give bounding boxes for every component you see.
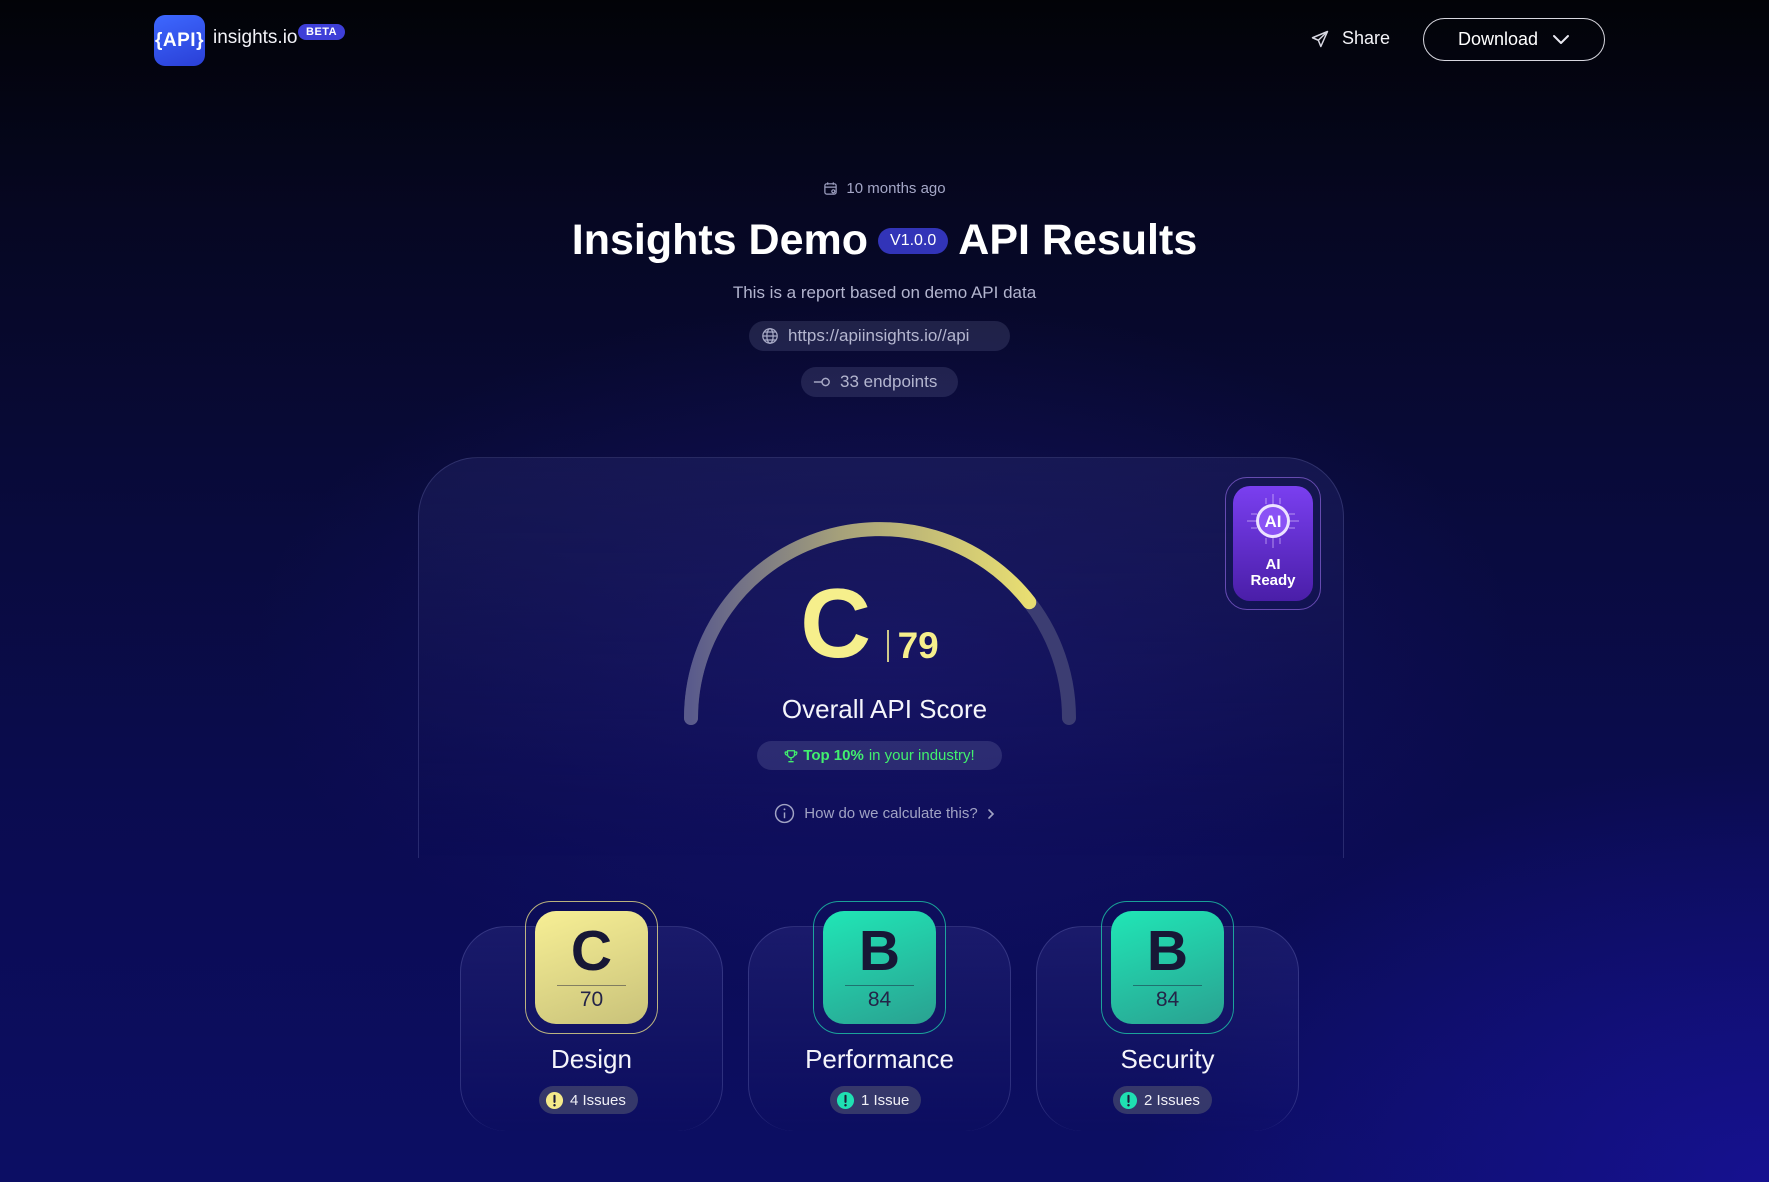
api-url-pill[interactable]: https://apiinsights.io//api — [749, 321, 1010, 351]
download-button[interactable]: Download — [1423, 18, 1605, 61]
ai-ready-label-line2: Ready — [1250, 572, 1296, 589]
chevron-right-icon — [987, 808, 994, 819]
tile-divider — [557, 985, 626, 986]
tile-divider — [1133, 985, 1202, 986]
ai-chip-icon: AI — [1247, 494, 1299, 548]
calculation-link-text: How do we calculate this? — [804, 805, 978, 822]
share-label: Share — [1342, 28, 1391, 48]
performance-name: Performance — [805, 1044, 954, 1074]
grade-separator — [887, 630, 889, 662]
brand-name[interactable]: insights.io — [213, 27, 298, 49]
warning-icon — [836, 1091, 855, 1109]
performance-issues: 1 Issue — [861, 1091, 910, 1109]
logo-tile[interactable]: {API} — [154, 15, 205, 66]
endpoints-count: 33 endpoints — [840, 372, 938, 391]
security-score: 84 — [1155, 988, 1180, 1011]
security-grade: B — [1146, 919, 1189, 983]
overall-score-value: 79 — [897, 625, 939, 666]
ai-ready-label: AI Ready — [1233, 557, 1313, 589]
tile-divider — [845, 985, 914, 986]
last-updated: 10 months ago — [0, 180, 1769, 197]
title-right: API Results — [958, 216, 1198, 264]
warning-icon — [1119, 1091, 1138, 1109]
beta-badge: BETA — [298, 24, 346, 40]
security-name: Security — [1120, 1044, 1215, 1074]
calculation-link[interactable]: How do we calculate this? — [0, 803, 1769, 824]
design-name: Design — [551, 1044, 632, 1074]
api-url: https://apiinsights.io//api — [788, 326, 970, 345]
rank-highlight: Top 10% — [803, 747, 864, 764]
design-grade: C — [570, 919, 613, 983]
security-issues-badge[interactable]: 2 Issues — [1113, 1086, 1212, 1114]
page-subtitle: This is a report based on demo API data — [732, 283, 1037, 302]
security-issues: 2 Issues — [1144, 1091, 1200, 1109]
calendar-icon — [824, 182, 838, 195]
performance-grade: B — [858, 919, 901, 983]
globe-icon — [762, 328, 778, 344]
send-icon — [1311, 30, 1329, 47]
design-score: 70 — [579, 988, 604, 1011]
page-title: Insights Demo V1.0.0 API Results — [0, 216, 1769, 265]
version-badge: V1.0.0 — [878, 227, 949, 254]
share-button[interactable]: Share — [1310, 28, 1390, 49]
design-issues-badge[interactable]: 4 Issues — [539, 1086, 638, 1114]
chevron-down-icon — [1553, 34, 1570, 44]
ai-ready-label-line1: AI — [1265, 556, 1281, 573]
title-left: Insights Demo — [571, 216, 869, 264]
rank-text: in your industry! — [868, 747, 975, 764]
download-label: Download — [1457, 29, 1539, 49]
last-updated-text: 10 months ago — [846, 180, 946, 197]
info-icon — [775, 803, 795, 824]
endpoints-pill[interactable]: 33 endpoints — [801, 367, 958, 397]
design-issues: 4 Issues — [570, 1091, 626, 1109]
performance-issues-badge[interactable]: 1 Issue — [830, 1086, 922, 1114]
performance-score: 84 — [867, 988, 892, 1011]
ai-chip-text: AI — [1265, 512, 1282, 531]
industry-rank-badge: Top 10% in your industry! — [757, 741, 1002, 770]
logo-text: {API} — [155, 29, 204, 51]
overall-grade: C 79 — [0, 568, 1769, 678]
overall-score-label: Overall API Score — [781, 694, 988, 724]
trophy-icon — [784, 749, 798, 762]
warning-icon — [545, 1091, 564, 1109]
overall-grade-letter: C — [800, 568, 872, 678]
endpoint-icon — [813, 377, 830, 387]
